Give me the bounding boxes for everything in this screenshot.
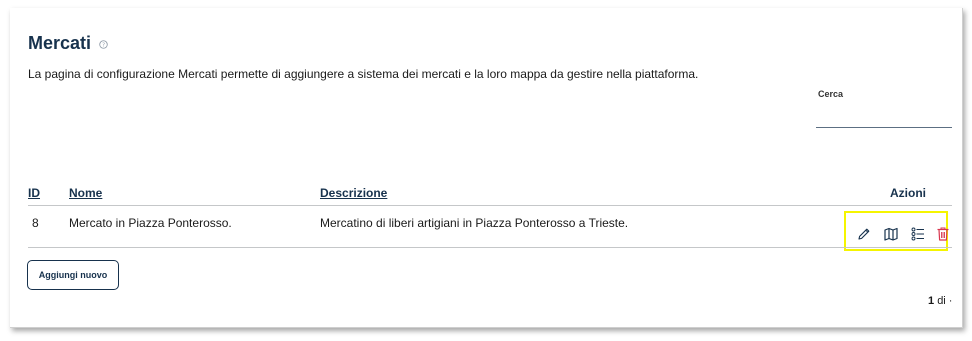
trash-icon[interactable] [935, 226, 951, 242]
add-new-button[interactable]: Aggiungi nuovo [27, 260, 119, 290]
cell-name: Mercato in Piazza Ponterosso. [69, 216, 232, 230]
page-description: La pagina di configurazione Mercati perm… [28, 67, 699, 81]
page-title: Mercati [28, 33, 92, 53]
map-icon[interactable] [883, 226, 899, 242]
column-header-name[interactable]: Nome [69, 186, 102, 200]
svg-text:?: ? [102, 43, 105, 49]
column-header-description[interactable]: Descrizione [320, 186, 387, 200]
markets-card: Mercati ? La pagina di configurazione Me… [10, 8, 963, 328]
pagination: 1 di · [928, 295, 952, 307]
cell-description: Mercatino di liberi artigiani in Piazza … [320, 216, 629, 230]
row-actions [844, 211, 951, 251]
column-header-id[interactable]: ID [28, 186, 40, 200]
search-input[interactable] [816, 98, 952, 128]
pencil-icon[interactable] [856, 226, 872, 242]
title-row: Mercati ? [28, 33, 108, 54]
current-page: 1 [928, 295, 935, 307]
cell-id: 8 [32, 216, 39, 230]
column-header-actions: Azioni [890, 186, 926, 200]
list-icon[interactable] [910, 226, 926, 242]
row-divider [28, 247, 952, 248]
help-icon[interactable]: ? [99, 36, 108, 54]
page-total: di · [937, 295, 953, 307]
header-divider [28, 205, 952, 206]
